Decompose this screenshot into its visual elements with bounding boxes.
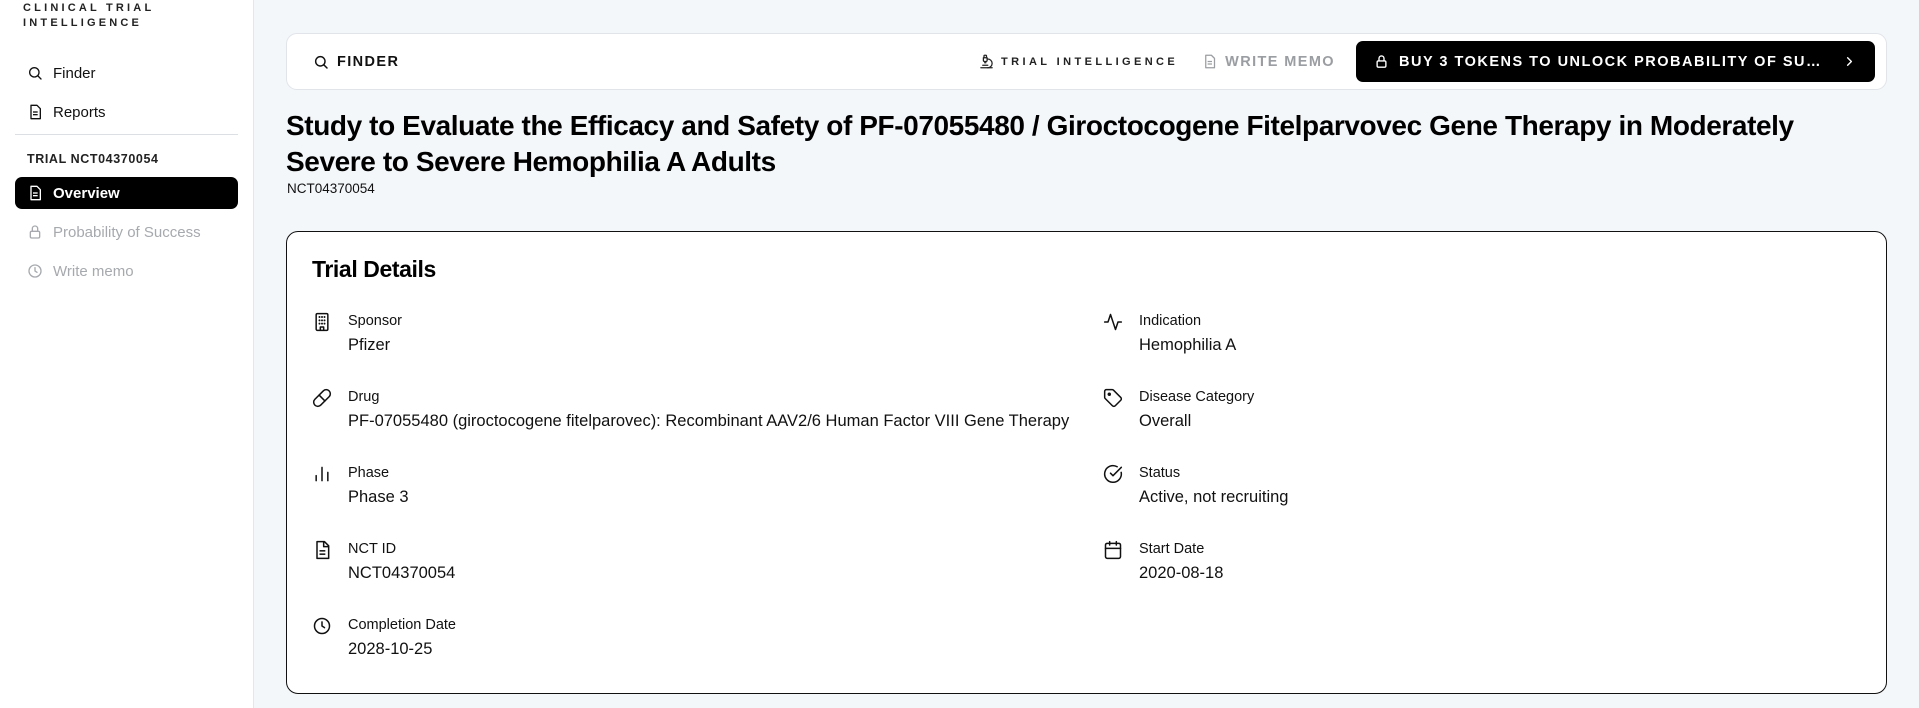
search-icon — [314, 55, 328, 69]
microscope-icon — [980, 54, 993, 69]
clock-icon — [312, 616, 332, 636]
detail-phase: Phase Phase 3 — [312, 464, 1072, 508]
detail-label: Drug — [348, 389, 380, 405]
detail-value: Phase 3 — [348, 488, 409, 506]
document-icon — [30, 104, 41, 120]
detail-start-date: Start Date 2020-08-18 — [1103, 540, 1863, 584]
trial-intelligence-label: TRIAL INTELLIGENCE — [1001, 55, 1179, 68]
document-icon — [1205, 54, 1216, 69]
buy-tokens-label: BUY 3 TOKENS TO UNLOCK PROBABILITY OF SU… — [1399, 53, 1832, 70]
buy-tokens-button[interactable]: BUY 3 TOKENS TO UNLOCK PROBABILITY OF SU… — [1356, 41, 1875, 82]
trial-section-label: TRIAL NCT04370054 — [27, 152, 159, 166]
page-title: Study to Evaluate the Efficacy and Safet… — [286, 110, 1794, 177]
trial-intelligence-link[interactable]: TRIAL INTELLIGENCE — [979, 54, 1178, 69]
detail-completion-date: Completion Date 2028-10-25 — [312, 616, 1072, 660]
activity-icon — [1103, 312, 1123, 332]
detail-value: Active, not recruiting — [1139, 488, 1289, 506]
write-memo-label: WRITE MEMO — [1225, 53, 1335, 70]
write-memo-link[interactable]: WRITE MEMO — [1202, 54, 1335, 70]
detail-label: Completion Date — [348, 617, 456, 633]
bar-chart-icon — [312, 464, 332, 484]
detail-value: Overall — [1139, 412, 1192, 430]
detail-value: NCT04370054 — [348, 564, 456, 582]
finder-label: FINDER — [337, 53, 400, 70]
detail-value: 2020-08-18 — [1139, 564, 1224, 582]
detail-value: 2028-10-25 — [348, 640, 433, 658]
pill-icon — [312, 388, 332, 408]
detail-label: Sponsor — [348, 313, 403, 329]
sidebar-item-label: Probability of Success — [53, 223, 201, 241]
clock-icon — [28, 264, 42, 278]
tag-icon — [1103, 388, 1123, 408]
sidebar-item-write-memo[interactable]: Write memo — [15, 255, 238, 287]
top-toolbar: FINDER TRIAL INTELLIGENCE WRITE MEMO BUY… — [286, 33, 1887, 90]
page-nct-id: NCT04370054 — [287, 181, 375, 196]
detail-disease-category: Disease Category Overall — [1103, 388, 1863, 432]
file-text-icon — [312, 540, 332, 560]
detail-label: Disease Category — [1139, 389, 1255, 405]
detail-value: Pfizer — [348, 336, 391, 354]
chevron-right-icon — [1846, 57, 1853, 66]
building-icon — [312, 312, 332, 332]
lock-icon — [29, 225, 41, 239]
detail-label: Phase — [348, 465, 390, 481]
detail-nct-id: NCT ID NCT04370054 — [312, 540, 1072, 584]
trial-details-heading: Trial Details — [312, 256, 436, 282]
detail-sponsor: Sponsor Pfizer — [312, 312, 1072, 356]
detail-value: PF-07055480 (giroctocogene fitelparovec)… — [348, 412, 1070, 430]
finder-link[interactable]: FINDER — [313, 54, 399, 70]
search-icon — [29, 67, 42, 80]
detail-label: Indication — [1139, 313, 1202, 329]
detail-label: Start Date — [1139, 541, 1205, 557]
sidebar-item-overview[interactable]: Overview — [15, 177, 238, 209]
sidebar-divider — [15, 134, 238, 135]
detail-status: Status Active, not recruiting — [1103, 464, 1863, 508]
brand-logo-text: CLINICAL TRIAL INTELLIGENCE — [23, 2, 155, 29]
main-content: FINDER TRIAL INTELLIGENCE WRITE MEMO BUY… — [254, 0, 1919, 708]
calendar-icon — [1103, 540, 1123, 560]
sidebar-item-reports[interactable]: Reports — [15, 96, 238, 128]
lock-icon — [1376, 55, 1387, 68]
toolbar-actions: TRIAL INTELLIGENCE WRITE MEMO BUY 3 TOKE… — [979, 34, 1886, 89]
detail-label: NCT ID — [348, 541, 397, 557]
sidebar: CLINICAL TRIAL INTELLIGENCE Finder Repor… — [0, 0, 254, 708]
detail-indication: Indication Hemophilia A — [1103, 312, 1863, 356]
check-circle-icon — [1103, 464, 1123, 484]
sidebar-item-label: Reports — [53, 103, 106, 121]
sidebar-item-finder[interactable]: Finder — [15, 57, 238, 89]
trial-details-card: Trial Details Sponsor Pfizer Drug PF-070… — [286, 231, 1887, 694]
app-root: CLINICAL TRIAL INTELLIGENCE Finder Repor… — [0, 0, 1919, 708]
sidebar-item-label: Finder — [53, 64, 96, 82]
detail-label: Status — [1139, 465, 1181, 481]
sidebar-item-label: Write memo — [53, 262, 134, 280]
detail-value: Hemophilia A — [1139, 336, 1237, 354]
sidebar-item-label: Overview — [53, 184, 120, 202]
sidebar-item-probability-of-success[interactable]: Probability of Success — [15, 216, 238, 248]
document-icon — [30, 185, 41, 201]
detail-drug: Drug PF-07055480 (giroctocogene fitelpar… — [312, 388, 1072, 432]
